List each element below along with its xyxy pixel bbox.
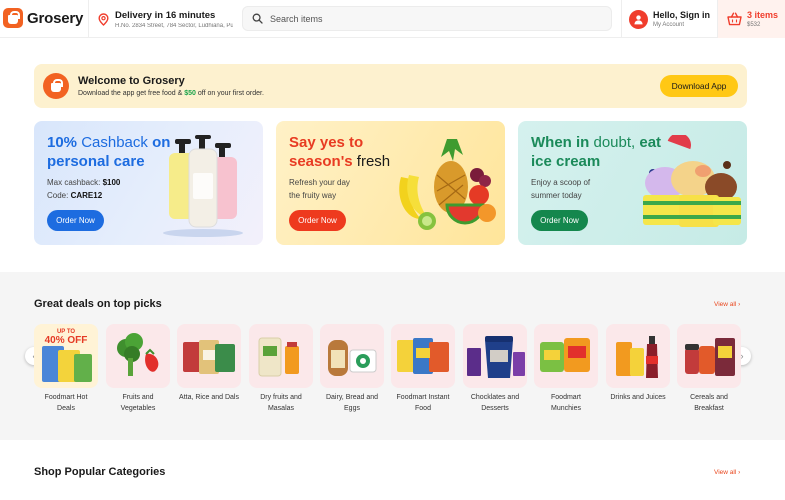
- category-label: Cereals and Breakfast: [690, 394, 728, 412]
- bread-icon: [320, 324, 384, 388]
- category-item-drinks-juices[interactable]: Drinks and Juices: [606, 324, 670, 404]
- instant-food-icon: [391, 324, 455, 388]
- chocolate-icon: [463, 324, 527, 388]
- order-now-button[interactable]: Order Now: [289, 210, 346, 231]
- search-input[interactable]: [270, 13, 590, 24]
- category-label: Foodmart Instant Food: [396, 394, 450, 412]
- category-item-hot-deals[interactable]: UP TO 40% OFF Foodmart Hot Deals: [34, 324, 98, 414]
- account-subtitle: My Account: [653, 22, 685, 28]
- category-item-munchies[interactable]: Foodmart Munchies: [534, 324, 598, 414]
- popular-view-all-link[interactable]: View all ›: [714, 469, 740, 476]
- cereal-icon: [677, 324, 741, 388]
- location-pin-icon: [98, 12, 109, 26]
- category-label: Dry fruits and Masalas: [260, 394, 302, 412]
- cart-button[interactable]: 3 items $532: [717, 0, 785, 38]
- category-label: Foodmart Munchies: [551, 394, 581, 412]
- category-label: Drinks and Juices: [610, 394, 666, 401]
- deals-view-all-link[interactable]: View all ›: [714, 301, 740, 308]
- download-app-button[interactable]: Download App: [660, 75, 738, 97]
- rice-bag-icon: [177, 324, 241, 388]
- popular-categories-title: Shop Popular Categories: [34, 466, 166, 478]
- promo-card-personal-care[interactable]: 10% Cashback on personal care Max cashba…: [34, 121, 263, 245]
- shopping-bag-icon: [3, 8, 23, 28]
- search-bar[interactable]: [242, 6, 612, 31]
- category-label: Foodmart Hot Deals: [44, 394, 88, 412]
- hot-deals-icon: UP TO 40% OFF: [34, 324, 98, 388]
- brand-logo[interactable]: Grosery: [3, 8, 83, 28]
- order-now-button[interactable]: Order Now: [47, 210, 104, 231]
- category-label: Chocklates and Desserts: [470, 394, 520, 412]
- category-item-dairy-bread-eggs[interactable]: Dairy, Bread and Eggs: [320, 324, 384, 414]
- category-item-cereals-breakfast[interactable]: Cereals and Breakfast: [677, 324, 741, 414]
- category-item-atta-rice-dals[interactable]: Atta, Rice and Dals: [177, 324, 241, 404]
- order-now-button[interactable]: Order Now: [531, 210, 588, 231]
- dry-fruits-icon: [249, 324, 313, 388]
- deals-title: Great deals on top picks: [34, 298, 162, 310]
- fresh-fruits-image: [399, 139, 496, 230]
- promo-card-ice-cream[interactable]: When in doubt, eat ice cream Enjoy a sco…: [518, 121, 747, 245]
- promo-description: Enjoy a scoop of summer today: [531, 178, 591, 200]
- category-label: Fruits and Vegetables: [120, 394, 156, 412]
- shopping-bag-icon: [43, 73, 69, 99]
- brand-name: Grosery: [27, 9, 84, 27]
- welcome-title: Welcome to Grosery: [78, 75, 185, 87]
- account-title: Hello, Sign in: [653, 10, 711, 20]
- chips-icon: [534, 324, 598, 388]
- delivery-location[interactable]: Delivery in 16 minutes H.No. 2834 Street…: [88, 0, 236, 38]
- welcome-banner: Welcome to Grosery Download the app get …: [34, 64, 747, 108]
- drinks-icon: [606, 324, 670, 388]
- delivery-time: Delivery in 16 minutes: [115, 9, 216, 21]
- category-label: Atta, Rice and Dals: [179, 394, 239, 401]
- category-item-chocolates-desserts[interactable]: Chocklates and Desserts: [463, 324, 527, 414]
- ice-cream-image: [643, 135, 741, 227]
- cart-total: $532: [747, 22, 761, 28]
- user-icon: [629, 9, 648, 29]
- category-item-dry-fruits-masalas[interactable]: Dry fruits and Masalas: [249, 324, 313, 414]
- welcome-subtitle: Download the app get free food & $50 off…: [78, 90, 264, 97]
- basket-icon: [727, 12, 742, 26]
- personal-care-bottles-image: [163, 135, 243, 237]
- category-item-fruits-vegetables[interactable]: Fruits and Vegetables: [106, 324, 170, 414]
- account-button[interactable]: Hello, Sign in My Account: [621, 0, 717, 38]
- promo-description: Refresh your day the fruity way: [289, 178, 350, 200]
- delivery-address: H.No. 2834 Street, 784 Sector, Ludhiana,…: [115, 22, 233, 29]
- svg-text:40% OFF: 40% OFF: [45, 335, 88, 346]
- cart-count: 3 items: [747, 10, 779, 20]
- category-item-instant-food[interactable]: Foodmart Instant Food: [391, 324, 455, 414]
- category-label: Dairy, Bread and Eggs: [325, 394, 378, 412]
- search-icon: [252, 13, 263, 24]
- top-header: Grosery Delivery in 16 minutes H.No. 283…: [0, 0, 785, 38]
- vegetables-icon: [106, 324, 170, 388]
- promo-description: Max cashback: $100 Code: CARE12: [47, 178, 121, 200]
- promo-card-fresh-fruits[interactable]: Say yes to season's fresh Refresh your d…: [276, 121, 505, 245]
